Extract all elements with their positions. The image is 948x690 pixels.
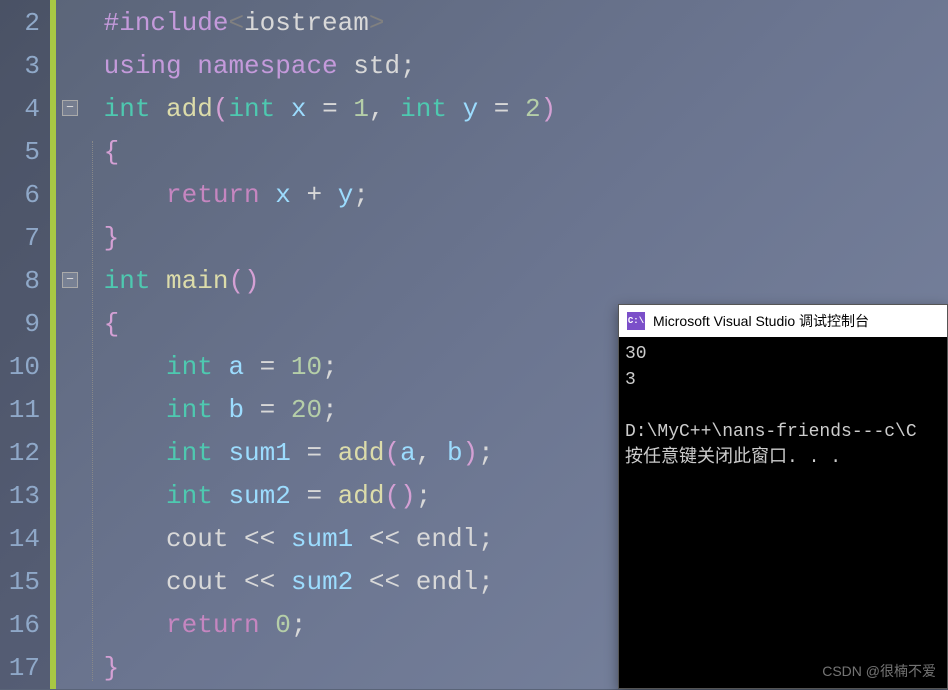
line-number: 7	[0, 217, 50, 260]
watermark-text: CSDN @很楠不爱	[822, 661, 936, 681]
line-number: 3	[0, 45, 50, 88]
code-line-3: using namespace std;	[88, 45, 948, 88]
console-titlebar[interactable]: C:\ Microsoft Visual Studio 调试控制台	[619, 305, 947, 337]
code-line-2: #include<iostream>	[88, 2, 948, 45]
console-title: Microsoft Visual Studio 调试控制台	[653, 311, 869, 331]
line-number: 10	[0, 346, 50, 389]
line-number-gutter: 2 3 4 5 6 7 8 9 10 11 12 13 14 15 16 17	[0, 0, 50, 689]
fold-collapse-icon[interactable]: −	[62, 100, 78, 116]
line-number: 16	[0, 604, 50, 647]
line-number: 12	[0, 432, 50, 475]
line-number: 17	[0, 647, 50, 690]
line-number: 5	[0, 131, 50, 174]
console-output: 30 3 D:\MyC++\nans-friends---c\C 按任意键关闭此…	[619, 337, 947, 475]
fold-collapse-icon[interactable]: −	[62, 272, 78, 288]
code-line-6: return x + y;	[88, 174, 948, 217]
fold-gutter: − −	[56, 0, 88, 689]
console-app-icon: C:\	[627, 312, 645, 330]
line-number: 4	[0, 88, 50, 131]
line-number: 13	[0, 475, 50, 518]
scope-guide-line	[92, 141, 93, 681]
line-number: 6	[0, 174, 50, 217]
line-number: 14	[0, 518, 50, 561]
line-number: 8	[0, 260, 50, 303]
line-number: 2	[0, 2, 50, 45]
code-line-4: int add(int x = 1, int y = 2)	[88, 88, 948, 131]
line-number: 11	[0, 389, 50, 432]
code-line-8: int main()	[88, 260, 948, 303]
code-line-5: {	[88, 131, 948, 174]
debug-console-window[interactable]: C:\ Microsoft Visual Studio 调试控制台 30 3 D…	[618, 304, 948, 689]
line-number: 15	[0, 561, 50, 604]
code-line-7: }	[88, 217, 948, 260]
line-number: 9	[0, 303, 50, 346]
